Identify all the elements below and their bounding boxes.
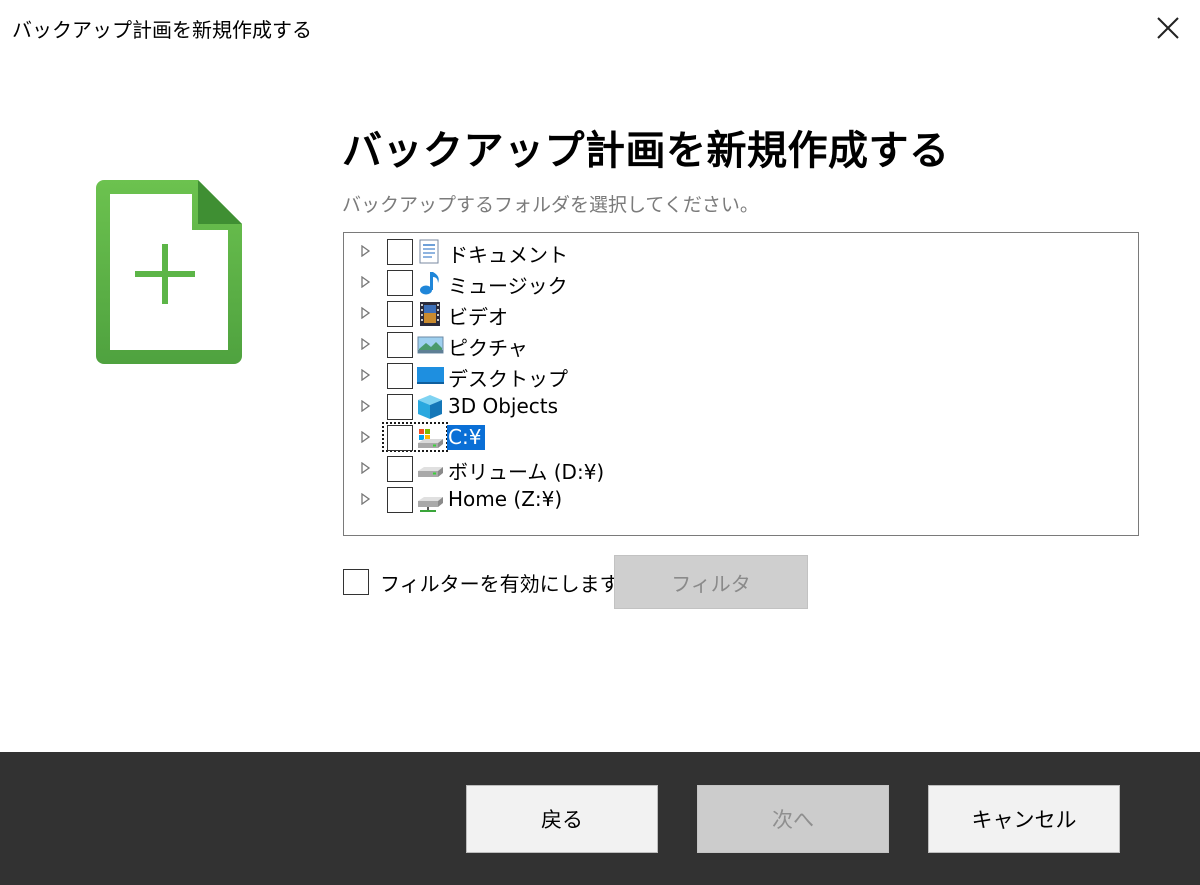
enable-filter-label[interactable]: フィルターを有効にします — [380, 568, 620, 597]
tree-item-label: ビデオ — [448, 305, 508, 329]
cancel-button[interactable]: キャンセル — [928, 785, 1120, 853]
page-heading: バックアップ計画を新規作成する — [342, 128, 950, 174]
title-bar: バックアップ計画を新規作成する — [0, 0, 1200, 60]
close-button[interactable] — [1148, 8, 1188, 48]
tree-item-label: ピクチャ — [448, 336, 528, 360]
tree-item-pictures[interactable]: ピクチャ — [344, 329, 1138, 360]
tree-item-checkbox[interactable] — [387, 456, 413, 482]
tree-item-label: Home (Z:¥) — [448, 487, 563, 511]
instruction-text: バックアップするフォルダを選択してください。 — [342, 194, 759, 216]
tree-item-label: C:¥ — [447, 425, 486, 450]
tree-item-label: ドキュメント — [448, 243, 568, 267]
tree-item-label: デスクトップ — [448, 367, 568, 391]
new-document-icon — [96, 180, 242, 364]
tree-item-label: ミュージック — [448, 274, 568, 298]
expand-arrow-icon[interactable] — [361, 462, 371, 474]
back-button[interactable]: 戻る — [466, 785, 658, 853]
video-folder-icon — [420, 302, 440, 326]
tree-item-label: ボリューム (D:¥) — [448, 460, 605, 484]
expand-arrow-icon[interactable] — [361, 307, 371, 319]
close-icon — [1157, 17, 1179, 39]
expand-arrow-icon[interactable] — [361, 276, 371, 288]
tree-item-z-drive[interactable]: Home (Z:¥) — [344, 484, 1138, 514]
expand-arrow-icon[interactable] — [361, 493, 371, 505]
network-drive-icon — [418, 497, 443, 512]
enable-filter-checkbox[interactable] — [343, 569, 369, 595]
tree-item-3d-objects[interactable]: 3D Objects — [344, 391, 1138, 421]
documents-folder-icon — [419, 239, 439, 264]
tree-item-documents[interactable]: ドキュメント — [344, 236, 1138, 267]
expand-arrow-icon[interactable] — [361, 400, 371, 412]
tree-item-checkbox[interactable] — [387, 425, 413, 451]
window-title: バックアップ計画を新規作成する — [12, 18, 312, 42]
tree-item-label: 3D Objects — [448, 394, 559, 418]
expand-arrow-icon[interactable] — [361, 245, 371, 257]
tree-item-checkbox[interactable] — [387, 301, 413, 327]
tree-item-checkbox[interactable] — [387, 270, 413, 296]
tree-item-checkbox[interactable] — [387, 332, 413, 358]
tree-item-checkbox[interactable] — [387, 239, 413, 265]
desktop-folder-icon — [417, 367, 444, 384]
3d-objects-icon — [418, 395, 442, 419]
expand-arrow-icon[interactable] — [361, 369, 371, 381]
tree-item-d-drive[interactable]: ボリューム (D:¥) — [344, 453, 1138, 484]
tree-item-c-drive[interactable]: C:¥ — [344, 422, 1138, 452]
tree-item-video[interactable]: ビデオ — [344, 298, 1138, 329]
folder-tree[interactable]: ドキュメント ミュージック ビデオ ピクチャ デスクトップ 3D Objects… — [343, 232, 1139, 536]
music-note-icon — [420, 272, 439, 295]
tree-item-checkbox[interactable] — [387, 487, 413, 513]
filter-button[interactable]: フィルタ — [614, 555, 808, 609]
expand-arrow-icon[interactable] — [361, 338, 371, 350]
tree-item-checkbox[interactable] — [387, 394, 413, 420]
tree-item-checkbox[interactable] — [387, 363, 413, 389]
drive-icon — [418, 467, 443, 477]
tree-item-desktop[interactable]: デスクトップ — [344, 360, 1138, 391]
system-drive-icon — [418, 429, 443, 448]
tree-item-music[interactable]: ミュージック — [344, 267, 1138, 298]
pictures-folder-icon — [417, 336, 444, 354]
next-button[interactable]: 次へ — [697, 785, 889, 853]
expand-arrow-icon[interactable] — [361, 431, 371, 443]
